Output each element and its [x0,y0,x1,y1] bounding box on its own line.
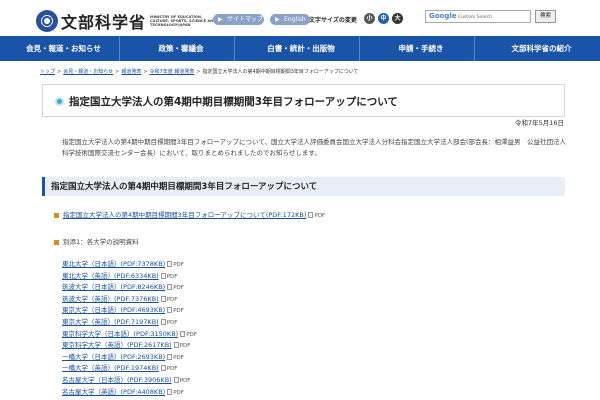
sitemap-label: サイトマップ [227,16,264,23]
nav-item-applications[interactable]: 申請・手続き [360,36,475,61]
font-size-medium-button[interactable]: 中 [378,13,389,24]
publish-date: 令和7年5月16日 [514,119,564,127]
bullet-icon [54,212,59,218]
university-doc-link[interactable]: 一橋大学（日本語）(PDF:2693KB) [62,353,165,361]
nav-item-press[interactable]: 会見・報道・お知らせ [0,36,120,61]
bullet-icon [54,239,59,245]
breadcrumb-link[interactable]: 報道発表 [121,69,141,75]
list-item: 筑波大学（日本語）(PDF:8246KB) PDF [62,282,197,294]
logo-subtitle: MINISTRY OF EDUCATION, CULTURE, SPORTS, … [150,14,217,28]
page-title: 指定国立大学法人の第4期中期目標期間3年目フォローアップについて [69,96,398,108]
site-header: 文部科学省 MINISTRY OF EDUCATION, CULTURE, SP… [0,0,600,36]
annex-row: 別添1：各大学の説明資料 [54,236,139,246]
section-header: 指定国立大学法人の第4期中期目標期間3年目フォローアップについて [42,177,565,196]
logo-text: 文部科学省 [61,13,147,32]
breadcrumb-separator: > [196,69,201,75]
university-doc-link[interactable]: 名古屋大学（英語）(PDF:4408KB) [62,388,165,396]
university-doc-link[interactable]: 筑波大学（日本語）(PDF:8246KB) [62,283,165,291]
list-item: 東北大学（英語）(PDF:6334KB) PDF [62,271,197,283]
english-label: English [284,16,306,23]
nav-item-publications[interactable]: 白書・統計・出版物 [235,36,360,61]
arrow-right-icon: ▶ [275,16,280,23]
list-item: 東京科学大学（英語）(PDF:2617KB) PDF [62,340,197,352]
list-item: 東京大学（日本語）(PDF:4693KB) PDF [62,305,197,317]
font-size-small-button[interactable]: 小 [364,13,375,24]
list-item: 一橋大学（日本語）(PDF:2693KB) PDF [62,352,197,364]
search-placeholder: Custom Search [457,15,493,20]
list-item: 東京科学大学（日本語）(PDF:3150KB) PDF [62,329,197,341]
search-input[interactable]: Google Custom Search [425,10,531,23]
list-item: 名古屋大学（英語）(PDF:4408KB) PDF [62,387,197,399]
university-doc-link[interactable]: 東北大学（日本語）(PDF:7378KB) [62,260,165,268]
nav-item-about[interactable]: 文部科学省の紹介 [475,36,600,61]
pdf-icon: PDF [167,260,184,272]
nav-label: 文部科学省の紹介 [511,44,572,53]
pdf-icon: PDF [167,388,184,400]
university-doc-link[interactable]: 東京科学大学（日本語）(PDF:3150KB) [62,330,178,338]
list-item: 名古屋大学（日本語）(PDF:3906KB) PDF [62,375,197,387]
breadcrumb-separator: > [115,69,120,75]
nav-item-policy[interactable]: 政策・審議会 [120,36,235,61]
annex-label: 別添1：各大学の説明資料 [63,238,139,246]
pdf-icon: PDF [173,376,190,388]
nav-label: 会見・報道・お知らせ [26,44,101,53]
main-document-row: 指定国立大学法人の第4期中期目標期間3年目フォローアップについて(PDF:172… [54,209,325,219]
main-document-link[interactable]: 指定国立大学法人の第4期中期目標期間3年目フォローアップについて(PDF:172… [63,211,306,219]
breadcrumb-separator: > [143,69,148,75]
pdf-icon: PDF [308,212,325,219]
university-doc-link[interactable]: 筑波大学（英語）(PDF:7376KB) [62,295,159,303]
breadcrumb-link[interactable]: 会見・報道・お知らせ [63,69,113,75]
google-logo: Google [429,12,457,20]
list-item: 一橋大学（英語）(PDF:1974KB) PDF [62,363,197,375]
mext-emblem-icon [36,10,58,32]
site-logo[interactable]: 文部科学省 MINISTRY OF EDUCATION, CULTURE, SP… [36,9,220,33]
nav-label: 白書・統計・出版物 [267,44,335,53]
search-button[interactable]: 検索 [535,10,556,23]
pdf-icon: PDF [160,318,177,330]
nav-label: 政策・審議会 [158,44,204,53]
sitemap-button[interactable]: ▶ サイトマップ [213,14,264,25]
arrow-right-icon: ▶ [218,16,223,23]
title-bullet-icon [55,97,64,106]
university-doc-link[interactable]: 東北大学（英語）(PDF:6334KB) [62,272,159,280]
section-title: 指定国立大学法人の第4期中期目標期間3年目フォローアップについて [51,182,318,192]
breadcrumb-link[interactable]: 令和7年度 報道発表 [150,69,195,75]
nav-label: 申請・手続き [398,44,444,53]
university-doc-link[interactable]: 一橋大学（英語）(PDF:1974KB) [62,364,159,372]
intro-text: 指定国立大学法人の第4期中期目標期間3年目フォローアップについて、国立大学法人評… [62,138,567,157]
list-item: 東北大学（日本語）(PDF:7378KB) PDF [62,259,197,271]
university-doc-link[interactable]: 名古屋大学（日本語）(PDF:3906KB) [62,376,172,384]
breadcrumb-link[interactable]: トップ [40,69,55,75]
english-button[interactable]: ▶ English [270,14,310,25]
list-item: 筑波大学（英語）(PDF:7376KB) PDF [62,294,197,306]
university-doc-link[interactable]: 東京大学（日本語）(PDF:4693KB) [62,306,165,314]
page-title-box: 指定国立大学法人の第4期中期目標期間3年目フォローアップについて [42,84,565,117]
university-doc-link[interactable]: 東京大学（英語）(PDF:7197KB) [62,318,159,326]
breadcrumb-separator: > [57,69,62,75]
list-item: 東京大学（英語）(PDF:7197KB) PDF [62,317,197,329]
university-doc-link[interactable]: 東京科学大学（英語）(PDF:2617KB) [62,341,172,349]
breadcrumb: トップ > 会見・報道・お知らせ > 報道発表 > 令和7年度 報道発表 > 指定国立大学法人の… [40,68,359,75]
university-list: 東北大学（日本語）(PDF:7378KB) PDF 東北大学（英語）(PDF:63… [62,259,197,398]
main-nav: 会見・報道・お知らせ 政策・審議会 白書・統計・出版物 申請・手続き 文部科学省… [0,36,600,61]
breadcrumb-current: 指定国立大学法人の第4期中期目標期間3年目フォローアップについて [202,69,359,75]
font-size-large-button[interactable]: 大 [392,13,403,24]
font-size-label: 文字サイズの変更 [309,17,357,24]
